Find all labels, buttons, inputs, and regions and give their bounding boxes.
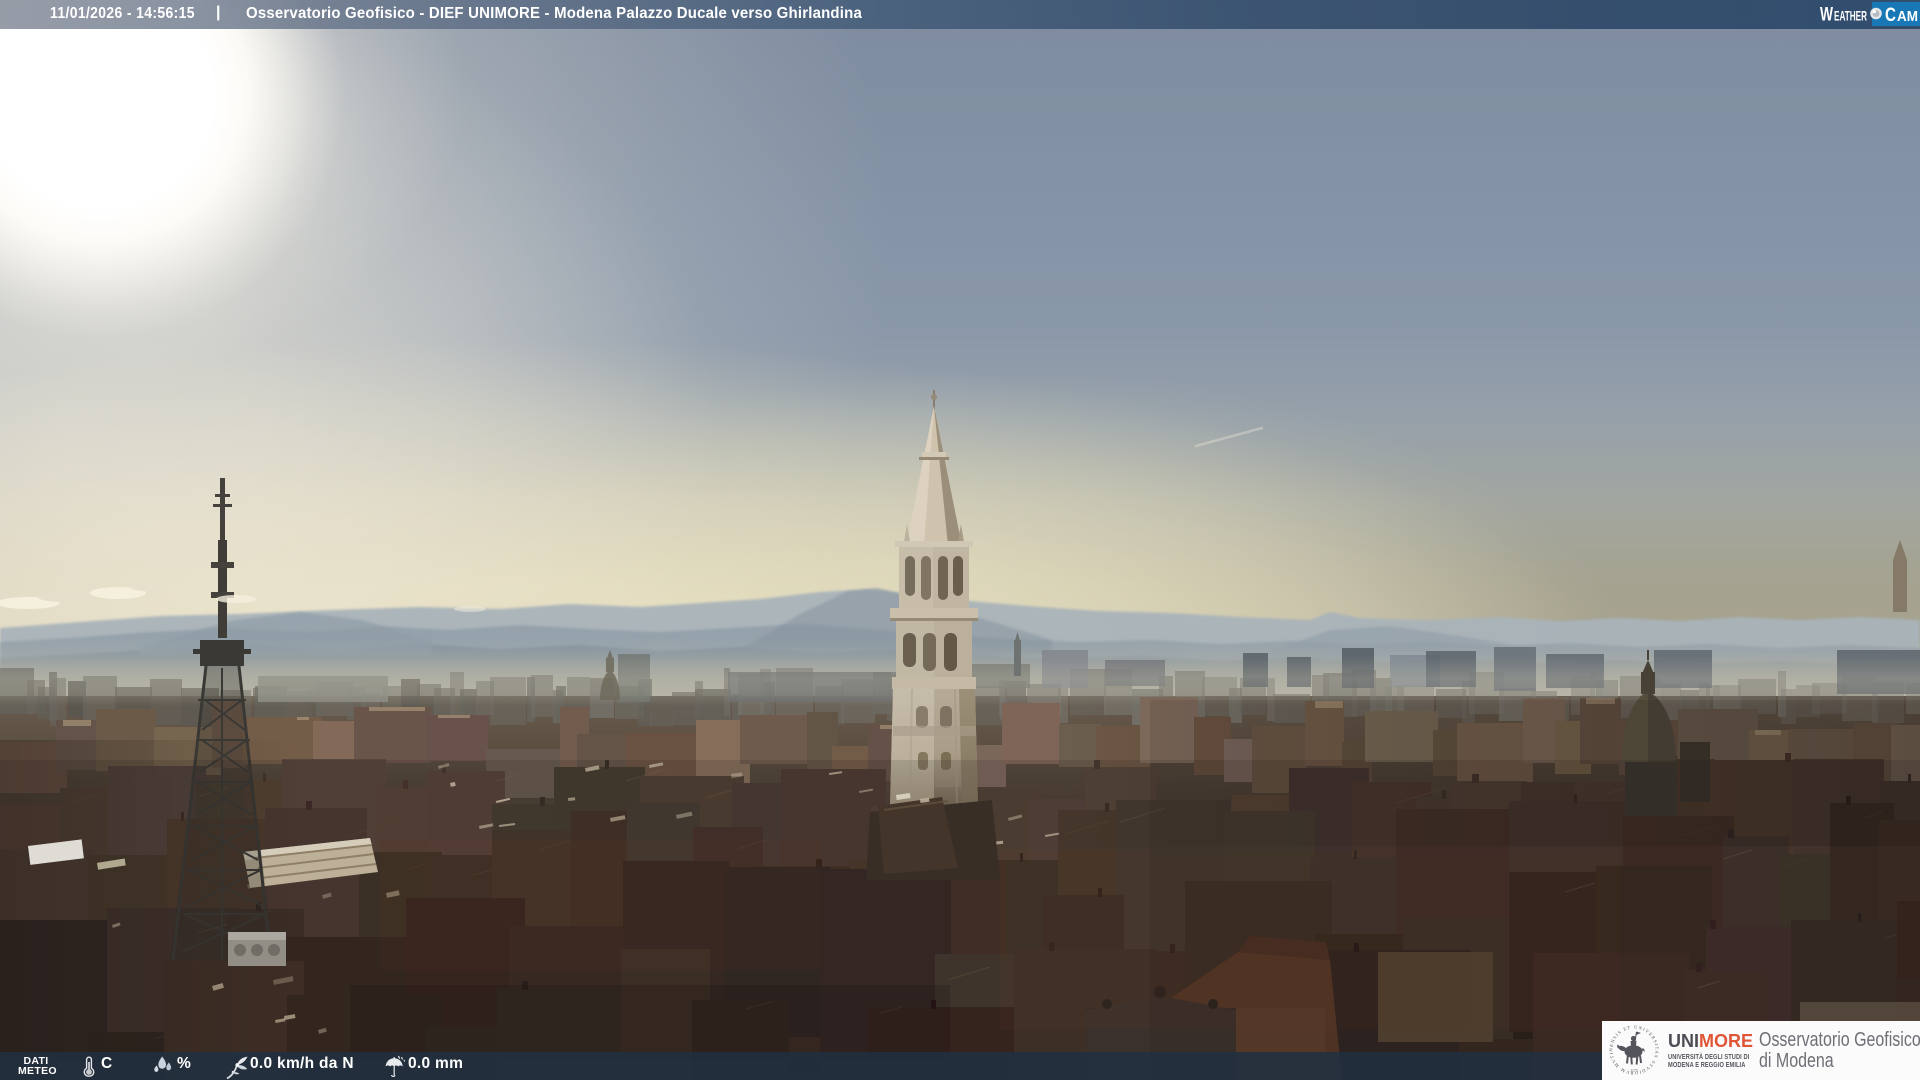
svg-text:AM: AM xyxy=(1897,9,1918,25)
svg-text:EATHER: EATHER xyxy=(1834,8,1867,24)
svg-text:1175: 1175 xyxy=(1630,1069,1638,1073)
svg-text:C: C xyxy=(1885,5,1896,26)
svg-text:W: W xyxy=(1820,5,1833,26)
